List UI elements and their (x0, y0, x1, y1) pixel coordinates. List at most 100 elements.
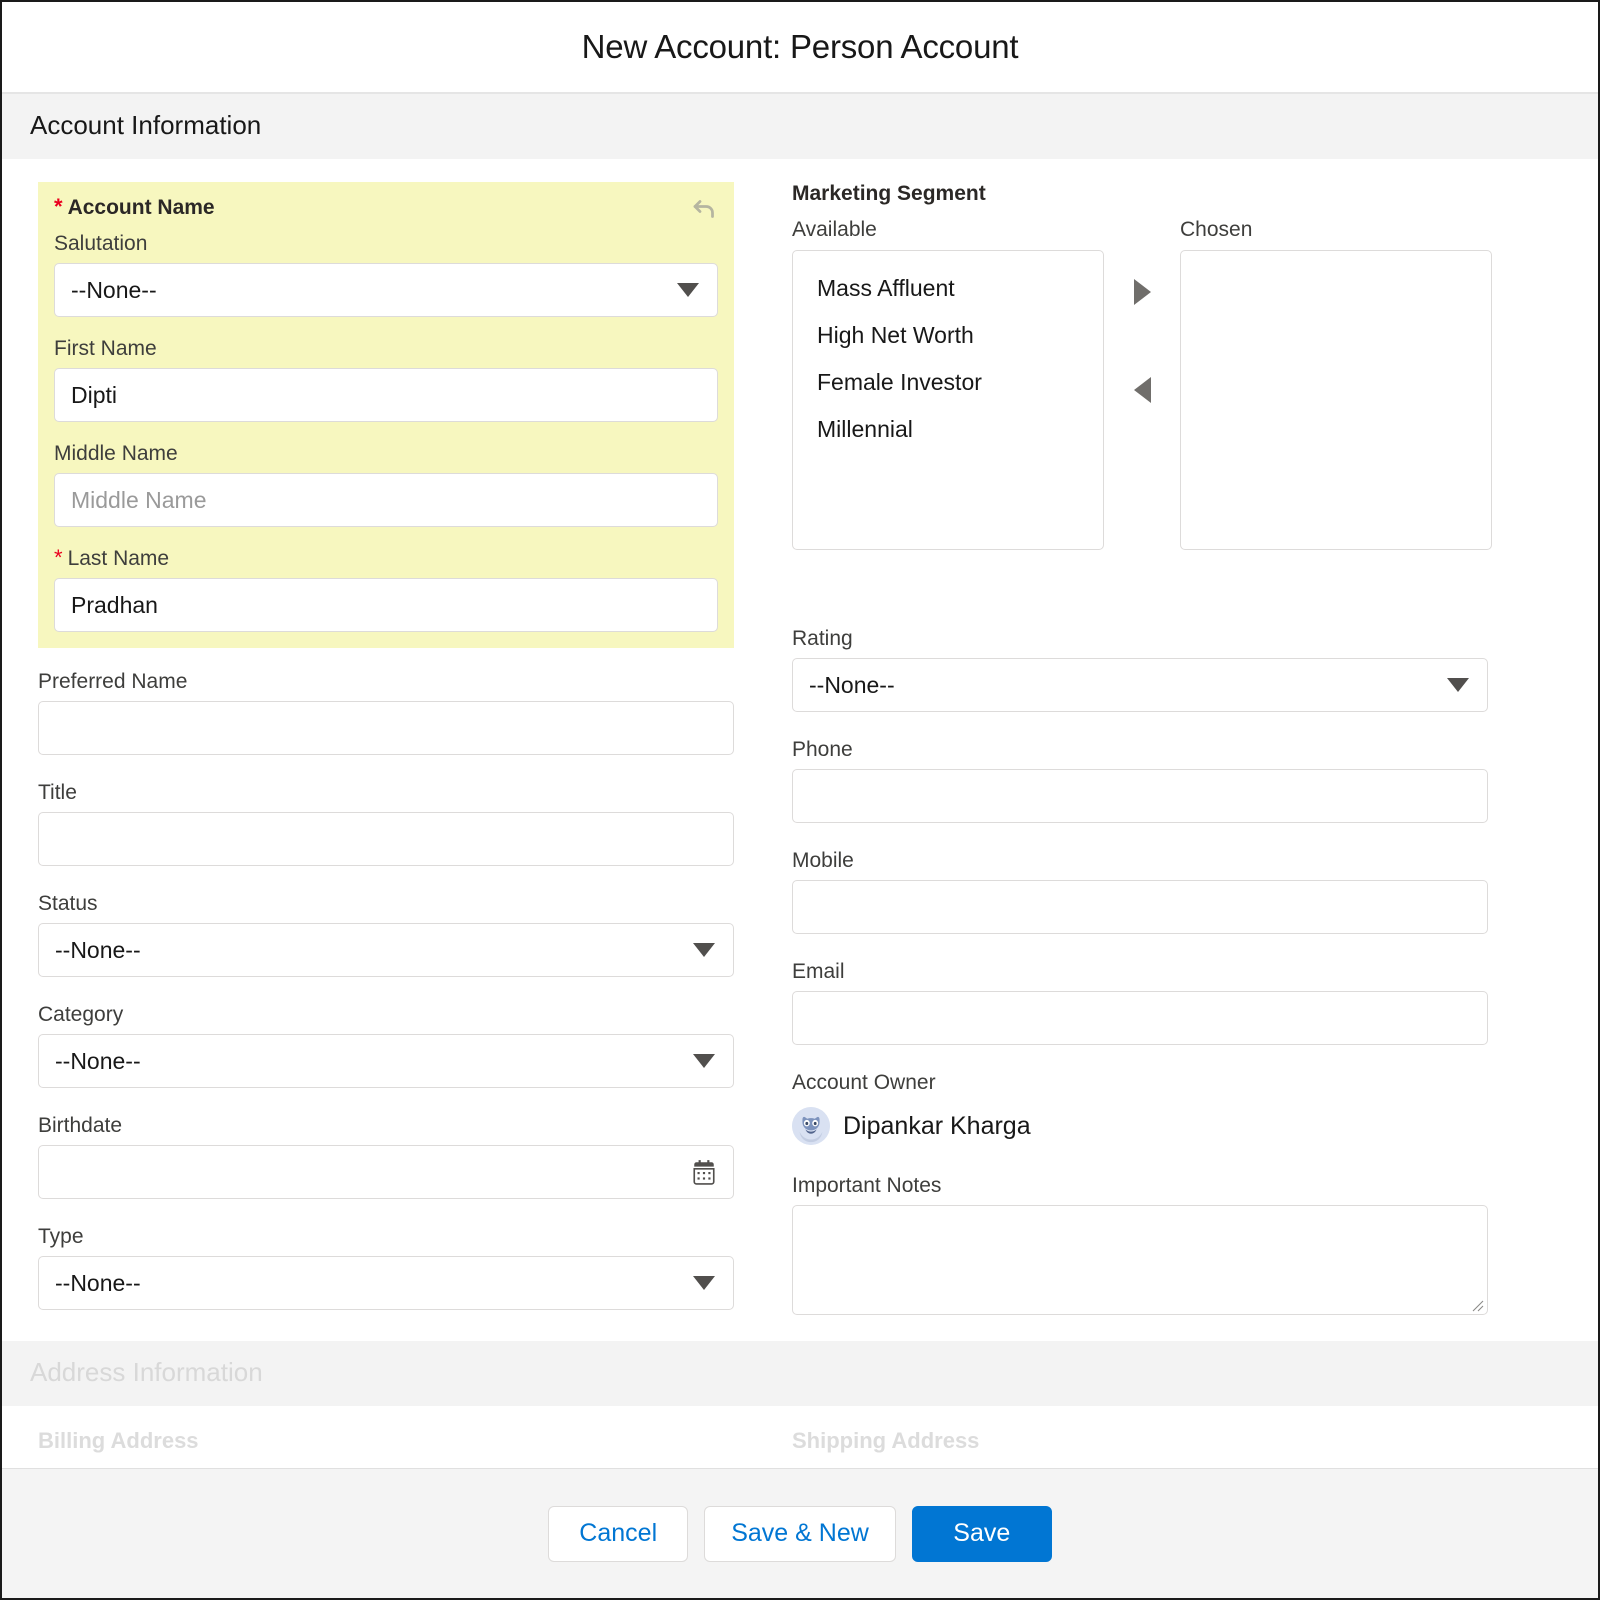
chosen-column: Chosen (1180, 218, 1492, 550)
form-grid: * Account Name Salutation --None-- First… (2, 160, 1598, 1315)
first-name-label: First Name (54, 337, 718, 361)
available-column: Available Mass Affluent High Net Worth F… (792, 218, 1104, 550)
address-section-title: Address Information (30, 1357, 1570, 1388)
chevron-down-icon (1447, 678, 1469, 692)
middle-name-placeholder: Middle Name (71, 487, 207, 514)
list-item[interactable]: Millennial (793, 406, 1103, 453)
field-rating: Rating --None-- (792, 627, 1488, 712)
field-last-name: * Last Name Pradhan (54, 547, 718, 632)
dual-listbox-columns: Available Mass Affluent High Net Worth F… (792, 218, 1488, 555)
rating-value: --None-- (809, 672, 895, 699)
account-owner-name[interactable]: Dipankar Kharga (843, 1112, 1031, 1141)
last-name-input[interactable]: Pradhan (54, 578, 718, 632)
arrow-left-icon[interactable] (1134, 377, 1151, 403)
list-item[interactable]: Mass Affluent (793, 265, 1103, 312)
phone-label: Phone (792, 738, 1488, 762)
account-name-compound-field: * Account Name Salutation --None-- First… (38, 182, 734, 648)
salutation-value: --None-- (71, 277, 157, 304)
chevron-down-icon (677, 283, 699, 297)
last-name-label-text: Last Name (68, 547, 170, 571)
required-asterisk: * (54, 196, 63, 218)
new-account-modal: New Account: Person Account Account Info… (0, 0, 1600, 1600)
field-email: Email (792, 960, 1488, 1045)
birthdate-input[interactable] (38, 1145, 734, 1199)
important-notes-textarea[interactable] (792, 1205, 1488, 1315)
field-middle-name: Middle Name Middle Name (54, 442, 718, 527)
arrow-right-icon[interactable] (1134, 279, 1151, 305)
field-phone: Phone (792, 738, 1488, 823)
type-value: --None-- (55, 1270, 141, 1297)
chevron-down-icon (693, 1054, 715, 1068)
save-button[interactable]: Save (912, 1506, 1052, 1562)
modal-footer: Cancel Save & New Save (2, 1468, 1598, 1598)
mobile-input[interactable] (792, 880, 1488, 934)
field-first-name: First Name Dipti (54, 337, 718, 422)
status-label: Status (38, 892, 734, 916)
preferred-name-label: Preferred Name (38, 670, 734, 694)
rating-label: Rating (792, 627, 1488, 651)
status-value: --None-- (55, 937, 141, 964)
list-item[interactable]: Female Investor (793, 359, 1103, 406)
available-listbox[interactable]: Mass Affluent High Net Worth Female Inve… (792, 250, 1104, 550)
resize-handle-icon[interactable] (1468, 1296, 1484, 1312)
field-preferred-name: Preferred Name (38, 670, 734, 755)
salutation-select[interactable]: --None-- (54, 263, 718, 317)
type-select[interactable]: --None-- (38, 1256, 734, 1310)
first-name-input[interactable]: Dipti (54, 368, 718, 422)
chevron-down-icon (693, 1276, 715, 1290)
field-important-notes: Important Notes (792, 1174, 1488, 1315)
field-mobile: Mobile (792, 849, 1488, 934)
type-label: Type (38, 1225, 734, 1249)
mobile-label: Mobile (792, 849, 1488, 873)
last-name-label: * Last Name (54, 547, 718, 571)
chosen-listbox[interactable] (1180, 250, 1492, 550)
account-name-label-text: Account Name (68, 196, 215, 220)
important-notes-label: Important Notes (792, 1174, 1488, 1198)
field-category: Category --None-- (38, 1003, 734, 1088)
billing-address-label: Billing Address (38, 1428, 734, 1454)
status-select[interactable]: --None-- (38, 923, 734, 977)
account-owner-label: Account Owner (792, 1071, 1488, 1095)
category-select[interactable]: --None-- (38, 1034, 734, 1088)
address-subsection-row: Billing Address Shipping Address (38, 1428, 1562, 1454)
field-status: Status --None-- (38, 892, 734, 977)
address-information-section-peek: Address Information Billing Address Ship… (2, 1341, 1598, 1454)
modal-header: New Account: Person Account (2, 2, 1598, 94)
salutation-label: Salutation (54, 232, 718, 256)
field-salutation: Salutation --None-- (54, 232, 718, 317)
chosen-label: Chosen (1180, 218, 1492, 242)
field-type: Type --None-- (38, 1225, 734, 1310)
required-asterisk: * (54, 547, 63, 569)
form-column-left: * Account Name Salutation --None-- First… (38, 182, 734, 1315)
field-birthdate: Birthdate (38, 1114, 734, 1199)
undo-icon[interactable] (690, 194, 720, 224)
section-header-address-information: Address Information (2, 1341, 1598, 1406)
title-label: Title (38, 781, 734, 805)
available-label: Available (792, 218, 1104, 242)
middle-name-input[interactable]: Middle Name (54, 473, 718, 527)
first-name-value: Dipti (71, 382, 117, 409)
title-input[interactable] (38, 812, 734, 866)
account-owner-value-row: Dipankar Kharga (792, 1102, 1488, 1150)
list-item[interactable]: High Net Worth (793, 312, 1103, 359)
account-name-label: * Account Name (54, 196, 718, 220)
user-avatar-icon (792, 1107, 830, 1145)
phone-input[interactable] (792, 769, 1488, 823)
rating-select[interactable]: --None-- (792, 658, 1488, 712)
last-name-value: Pradhan (71, 592, 158, 619)
marketing-segment-dual-listbox: Marketing Segment Available Mass Affluen… (792, 182, 1488, 555)
section-title: Account Information (30, 110, 1570, 141)
section-header-account-information: Account Information (2, 94, 1598, 160)
dual-listbox-arrows (1104, 255, 1180, 555)
preferred-name-input[interactable] (38, 701, 734, 755)
email-label: Email (792, 960, 1488, 984)
birthdate-label: Birthdate (38, 1114, 734, 1138)
calendar-icon[interactable] (691, 1159, 717, 1185)
marketing-segment-label: Marketing Segment (792, 182, 1488, 206)
category-value: --None-- (55, 1048, 141, 1075)
email-input[interactable] (792, 991, 1488, 1045)
field-title: Title (38, 781, 734, 866)
category-label: Category (38, 1003, 734, 1027)
save-and-new-button[interactable]: Save & New (704, 1506, 896, 1562)
cancel-button[interactable]: Cancel (548, 1506, 688, 1562)
